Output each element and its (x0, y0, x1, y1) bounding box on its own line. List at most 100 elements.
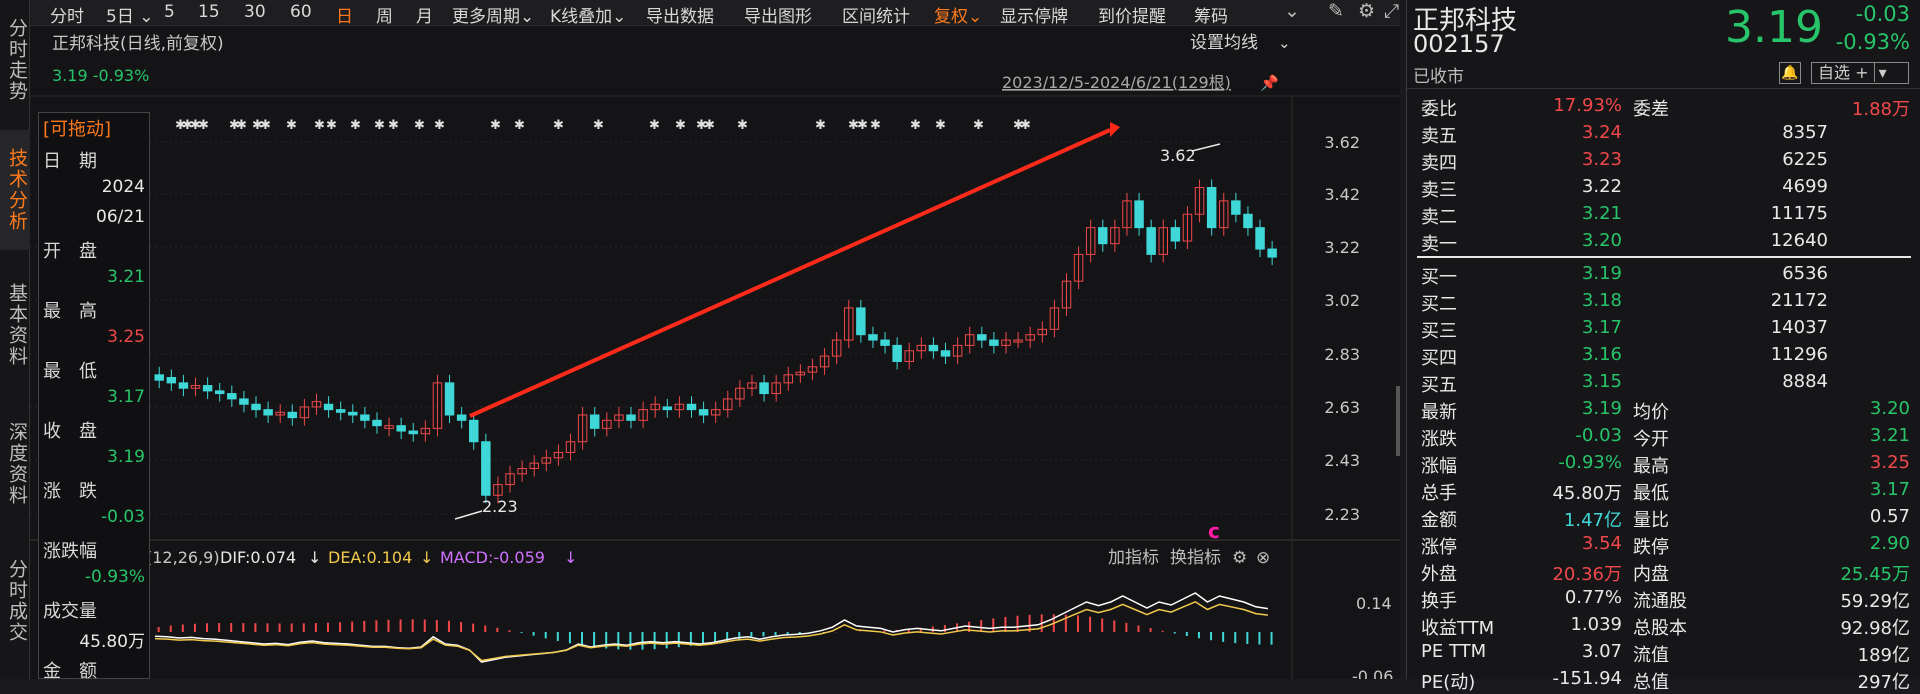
event-marker-icon[interactable]: ✱ (1020, 118, 1031, 133)
pin-icon[interactable]: 📌 (1260, 73, 1279, 92)
price-tick: 3.62 (1324, 133, 1360, 152)
event-marker-icon[interactable]: ✱ (434, 118, 445, 133)
kline-overlay-menu[interactable]: K线叠加⌄ (550, 2, 626, 27)
event-marker-icon[interactable]: ✱ (649, 118, 660, 133)
tab-deep-info[interactable]: 深度资料 (0, 408, 30, 520)
tab-technical[interactable]: 技术分析 (0, 130, 30, 250)
period-month[interactable]: 月 (416, 2, 433, 27)
trend-arrow-line (469, 128, 1111, 418)
tab-basic-info[interactable]: 基本资料 (0, 270, 30, 380)
add-indicator-button[interactable]: 加指标 (1108, 548, 1159, 568)
range-label[interactable]: 2023/12/5-2024/6/21(129根) (1002, 73, 1231, 92)
tab-tick-trades[interactable]: 分时成交 (0, 545, 30, 657)
price-tick: 2.23 (1324, 505, 1360, 524)
candlesticks (154, 179, 1277, 504)
event-marker-icon[interactable]: ✱ (973, 118, 984, 133)
price-alert-button[interactable]: 到价提醒 (1098, 2, 1166, 27)
orderbook-sells-volume: 6225 (1782, 149, 1828, 170)
dif-down-icon: ↓ (308, 548, 321, 567)
period-15min[interactable]: 15 (198, 2, 220, 22)
stock-code: 002157 (1413, 30, 1505, 58)
event-marker-icon[interactable]: ✱ (286, 118, 297, 133)
orderbook-sells-price: 3.24 (1581, 122, 1622, 143)
vertical-scrollbar[interactable] (1396, 386, 1400, 456)
event-marker-icon[interactable]: ✱ (857, 118, 868, 133)
event-marker-icon[interactable]: ✱ (326, 118, 337, 133)
period-5min[interactable]: 5 (164, 2, 175, 22)
weibi-label: 委比 (1421, 99, 1457, 120)
event-marker-icon[interactable]: ✱ (236, 118, 247, 133)
event-marker-icon[interactable]: ✱ (870, 118, 881, 133)
low-label-info: 最 低 (43, 361, 97, 382)
stat-value: 1.039 (1570, 614, 1622, 635)
orderbook-sells-volume: 4699 (1782, 176, 1828, 197)
orderbook-buys-label: 买二 (1421, 294, 1457, 315)
chevron-down-icon: ⌄ (968, 7, 983, 27)
event-marker-icon[interactable]: ✱ (935, 118, 946, 133)
stat-value: 297亿 (1857, 672, 1910, 693)
candle-body (1267, 248, 1277, 258)
fullscreen-icon[interactable]: ⤢ (1384, 0, 1399, 22)
pen-icon[interactable]: ✎ (1328, 0, 1344, 22)
event-marker-icon[interactable]: ✱ (490, 118, 501, 133)
range-stats-button[interactable]: 区间统计 (842, 2, 910, 27)
settings-icon[interactable]: ⚙ (1358, 0, 1375, 22)
period-week[interactable]: 周 (376, 2, 393, 27)
candle-body (154, 374, 164, 381)
candle-body (202, 385, 213, 392)
orderbook-buys-price: 3.15 (1581, 371, 1622, 392)
stat-value: 92.98亿 (1840, 618, 1910, 639)
candle-body (698, 409, 709, 416)
drag-hint[interactable]: [可拖动] (43, 115, 111, 141)
period-30min[interactable]: 30 (244, 2, 266, 22)
event-marker-icon[interactable]: ✱ (675, 118, 686, 133)
switch-indicator-button[interactable]: 换指标 (1170, 548, 1221, 568)
period-60min[interactable]: 60 (290, 2, 312, 22)
close-indicator-icon[interactable]: ⊗ (1256, 548, 1270, 568)
more-periods-menu[interactable]: 更多周期⌄ (452, 2, 534, 27)
period-5day[interactable]: 5日 ⌄ (106, 2, 153, 27)
chevron-circle-icon[interactable]: ⌄ (1284, 0, 1300, 22)
event-markers: ✱✱✱✱ ✱✱ ✱✱ ✱ ✱ ✱ ✱ ✱ ✱ ✱ ✱ ✱ ✱ ✱ ✱ ✱ ✱ ✱✱ ✱ ✱ ✱✱ ✱ ✱ ✱ ✱ ✱✱ (175, 118, 1031, 133)
bell-icon[interactable]: 🔔 (1779, 62, 1801, 84)
candle-body (408, 430, 418, 435)
show-suspension-button[interactable]: 显示停牌 (1000, 2, 1068, 27)
chips-button[interactable]: 筹码 (1194, 2, 1228, 27)
event-marker-icon[interactable]: ✱ (593, 118, 604, 133)
adjust-menu[interactable]: 复权⌄ (934, 2, 982, 27)
event-marker-icon[interactable]: ✱ (910, 118, 921, 133)
kline-chart-area[interactable]: 正邦科技(日线,前复权) 设置均线 ⌄ 3.19 -0.93% 2023/12/… (30, 26, 1400, 679)
stat-label: 外盘 (1421, 564, 1457, 585)
price-tick: 2.83 (1324, 345, 1360, 364)
event-marker-icon[interactable]: ✱ (414, 118, 425, 133)
indicator-settings-icon[interactable]: ⚙ (1232, 548, 1247, 568)
stat-label: 流值 (1633, 645, 1669, 666)
ma-setting-button[interactable]: 设置均线 (1190, 33, 1258, 53)
event-marker-icon[interactable]: ✱ (198, 118, 209, 133)
export-chart-button[interactable]: 导出图形 (744, 2, 812, 27)
stat-value: 59.29亿 (1840, 591, 1910, 612)
event-marker-icon[interactable]: ✱ (388, 118, 399, 133)
period-intraday[interactable]: 分时 (50, 2, 84, 27)
stat-label: 均价 (1633, 402, 1669, 423)
event-marker-icon[interactable]: ✱ (514, 118, 525, 133)
event-marker-icon[interactable]: ✱ (350, 118, 361, 133)
event-marker-icon[interactable]: ✱ (704, 118, 715, 133)
add-watchlist-button[interactable]: 自选 + ▾ (1811, 62, 1909, 84)
orderbook-sells-price: 3.23 (1581, 149, 1622, 170)
event-marker-icon[interactable]: ✱ (314, 118, 325, 133)
tab-intraday[interactable]: 分时走势 (0, 6, 30, 114)
event-marker-icon[interactable]: ✱ (374, 118, 385, 133)
bar-info-panel[interactable]: [可拖动] 日 期 2024 06/21 开 盘 3.21 最 高 3.25 最… (38, 112, 150, 682)
orderbook-buys-volume: 21172 (1770, 290, 1828, 311)
export-data-button[interactable]: 导出数据 (646, 2, 714, 27)
dea-line (154, 601, 1268, 662)
event-marker-icon[interactable]: ✱ (815, 118, 826, 133)
orderbook-sells-label: 卖三 (1421, 180, 1457, 201)
macd-dea-label: DEA:0.104 (328, 548, 412, 567)
period-day[interactable]: 日 (336, 2, 353, 27)
date-year: 2024 (101, 177, 145, 197)
event-marker-icon[interactable]: ✱ (737, 118, 748, 133)
event-marker-icon[interactable]: ✱ (553, 118, 564, 133)
event-marker-icon[interactable]: ✱ (260, 118, 271, 133)
